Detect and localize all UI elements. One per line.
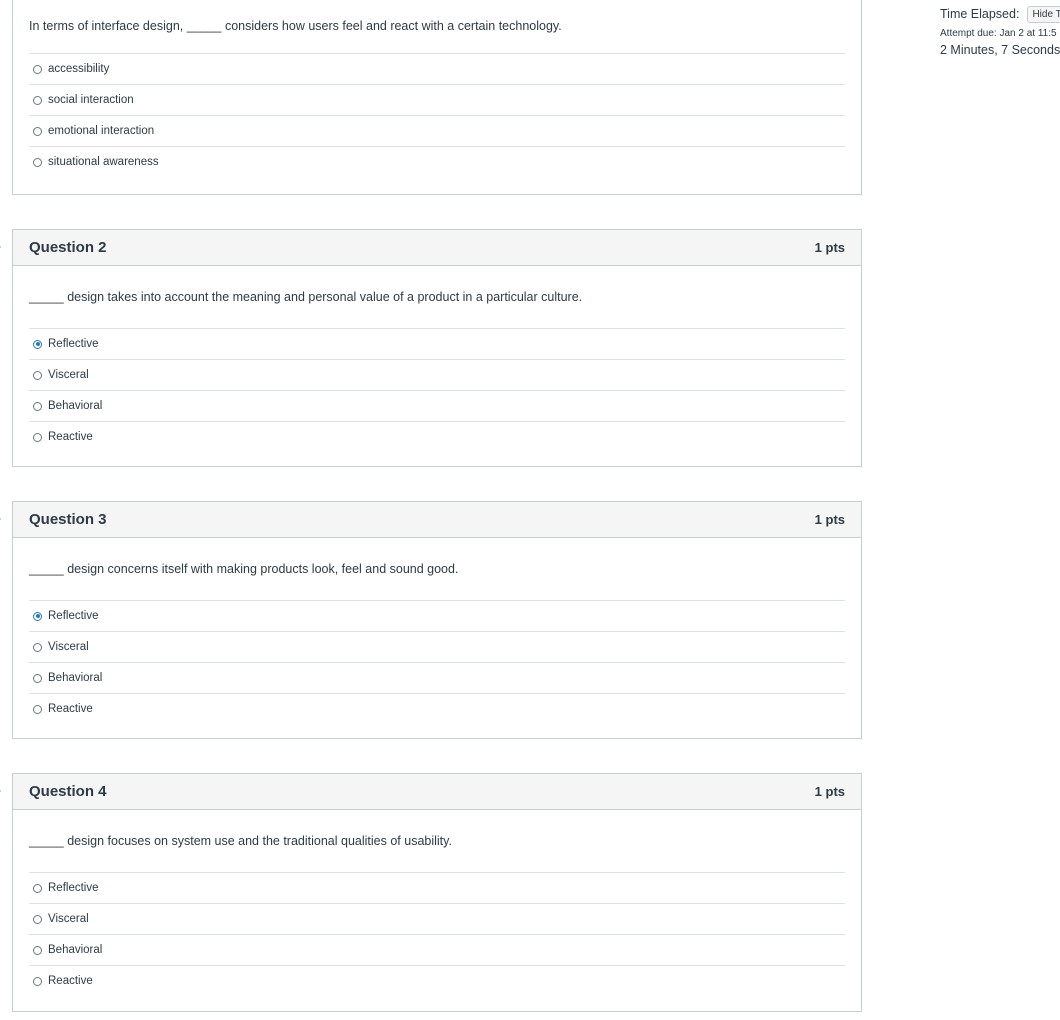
answer-option[interactable]: accessibility xyxy=(29,54,845,85)
question-body: _____ design concerns itself with making… xyxy=(13,538,861,724)
question-text: In terms of interface design, _____ cons… xyxy=(29,0,845,54)
radio-button[interactable] xyxy=(33,64,42,74)
answer-label[interactable]: Visceral xyxy=(48,913,89,925)
answer-label[interactable]: accessibility xyxy=(48,63,109,75)
question-text: _____ design focuses on system use and t… xyxy=(29,810,845,873)
answer-option[interactable]: Reactive xyxy=(29,966,845,996)
question-1: In terms of interface design, _____ cons… xyxy=(12,0,862,195)
question-title: Question 4 xyxy=(29,783,107,800)
answer-label[interactable]: Reactive xyxy=(48,975,93,987)
answer-option[interactable]: Reactive xyxy=(29,422,845,452)
radio-button[interactable] xyxy=(33,432,42,442)
answer-label[interactable]: situational awareness xyxy=(48,156,159,168)
question-4: Question 4 1 pts _____ design focuses on… xyxy=(12,773,862,1012)
time-elapsed-label: Time Elapsed: xyxy=(940,7,1020,21)
question-3: Question 3 1 pts _____ design concerns i… xyxy=(12,501,862,739)
time-elapsed-row: Time Elapsed: Hide T xyxy=(940,5,1060,23)
radio-button[interactable] xyxy=(33,976,42,986)
radio-button[interactable] xyxy=(33,673,42,683)
answer-option[interactable]: Visceral xyxy=(29,904,845,935)
answer-label[interactable]: Reflective xyxy=(48,610,99,622)
answer-option[interactable]: Visceral xyxy=(29,632,845,663)
answer-label[interactable]: Reactive xyxy=(48,703,93,715)
radio-button[interactable] xyxy=(33,157,42,167)
answer-label[interactable]: Behavioral xyxy=(48,672,102,684)
radio-button-selected[interactable] xyxy=(33,611,42,621)
answer-option[interactable]: Visceral xyxy=(29,360,845,391)
radio-button[interactable] xyxy=(33,642,42,652)
question-points: 1 pts xyxy=(814,240,845,255)
answer-label[interactable]: emotional interaction xyxy=(48,125,154,137)
answer-label[interactable]: Reflective xyxy=(48,338,99,350)
answer-label[interactable]: Behavioral xyxy=(48,944,102,956)
question-text: _____ design takes into account the mean… xyxy=(29,266,845,329)
radio-button[interactable] xyxy=(33,914,42,924)
radio-button[interactable] xyxy=(33,945,42,955)
question-header: Question 3 1 pts xyxy=(13,502,861,538)
question-body: _____ design takes into account the mean… xyxy=(13,266,861,452)
question-points: 1 pts xyxy=(814,512,845,527)
question-points: 1 pts xyxy=(814,784,845,799)
radio-button[interactable] xyxy=(33,401,42,411)
question-flag-icon[interactable] xyxy=(0,784,4,798)
answer-label[interactable]: Visceral xyxy=(48,641,89,653)
question-header: Question 4 1 pts xyxy=(13,774,861,810)
quiz-timer-panel: Time Elapsed: Hide T Attempt due: Jan 2 … xyxy=(940,5,1060,57)
answer-label[interactable]: Reactive xyxy=(48,431,93,443)
answer-label[interactable]: social interaction xyxy=(48,94,134,106)
question-2: Question 2 1 pts _____ design takes into… xyxy=(12,229,862,467)
answer-option[interactable]: Reactive xyxy=(29,694,845,724)
answer-label[interactable]: Behavioral xyxy=(48,400,102,412)
attempt-due-text: Attempt due: Jan 2 at 11:5 xyxy=(940,28,1057,39)
answer-option[interactable]: social interaction xyxy=(29,85,845,116)
answer-option[interactable]: Behavioral xyxy=(29,935,845,966)
question-text: _____ design concerns itself with making… xyxy=(29,538,845,601)
radio-button-selected[interactable] xyxy=(33,339,42,349)
answer-option[interactable]: situational awareness xyxy=(29,147,845,177)
answer-option[interactable]: emotional interaction xyxy=(29,116,845,147)
answer-option[interactable]: Behavioral xyxy=(29,391,845,422)
question-title: Question 3 xyxy=(29,511,107,528)
answer-option[interactable]: Reflective xyxy=(29,873,845,904)
radio-button[interactable] xyxy=(33,126,42,136)
question-body: _____ design focuses on system use and t… xyxy=(13,810,861,996)
question-body: In terms of interface design, _____ cons… xyxy=(13,0,861,177)
question-header: Question 2 1 pts xyxy=(13,230,861,266)
answer-label[interactable]: Visceral xyxy=(48,369,89,381)
answer-label[interactable]: Reflective xyxy=(48,882,99,894)
question-flag-icon[interactable] xyxy=(0,240,4,254)
elapsed-time-value: 2 Minutes, 7 Seconds xyxy=(940,43,1060,57)
hide-timer-button[interactable]: Hide T xyxy=(1027,5,1060,23)
radio-button[interactable] xyxy=(33,704,42,714)
radio-button[interactable] xyxy=(33,883,42,893)
answer-option[interactable]: Behavioral xyxy=(29,663,845,694)
radio-button[interactable] xyxy=(33,95,42,105)
answer-option[interactable]: Reflective xyxy=(29,601,845,632)
radio-button[interactable] xyxy=(33,370,42,380)
question-title: Question 2 xyxy=(29,239,107,256)
answer-option[interactable]: Reflective xyxy=(29,329,845,360)
question-flag-icon[interactable] xyxy=(0,512,4,526)
